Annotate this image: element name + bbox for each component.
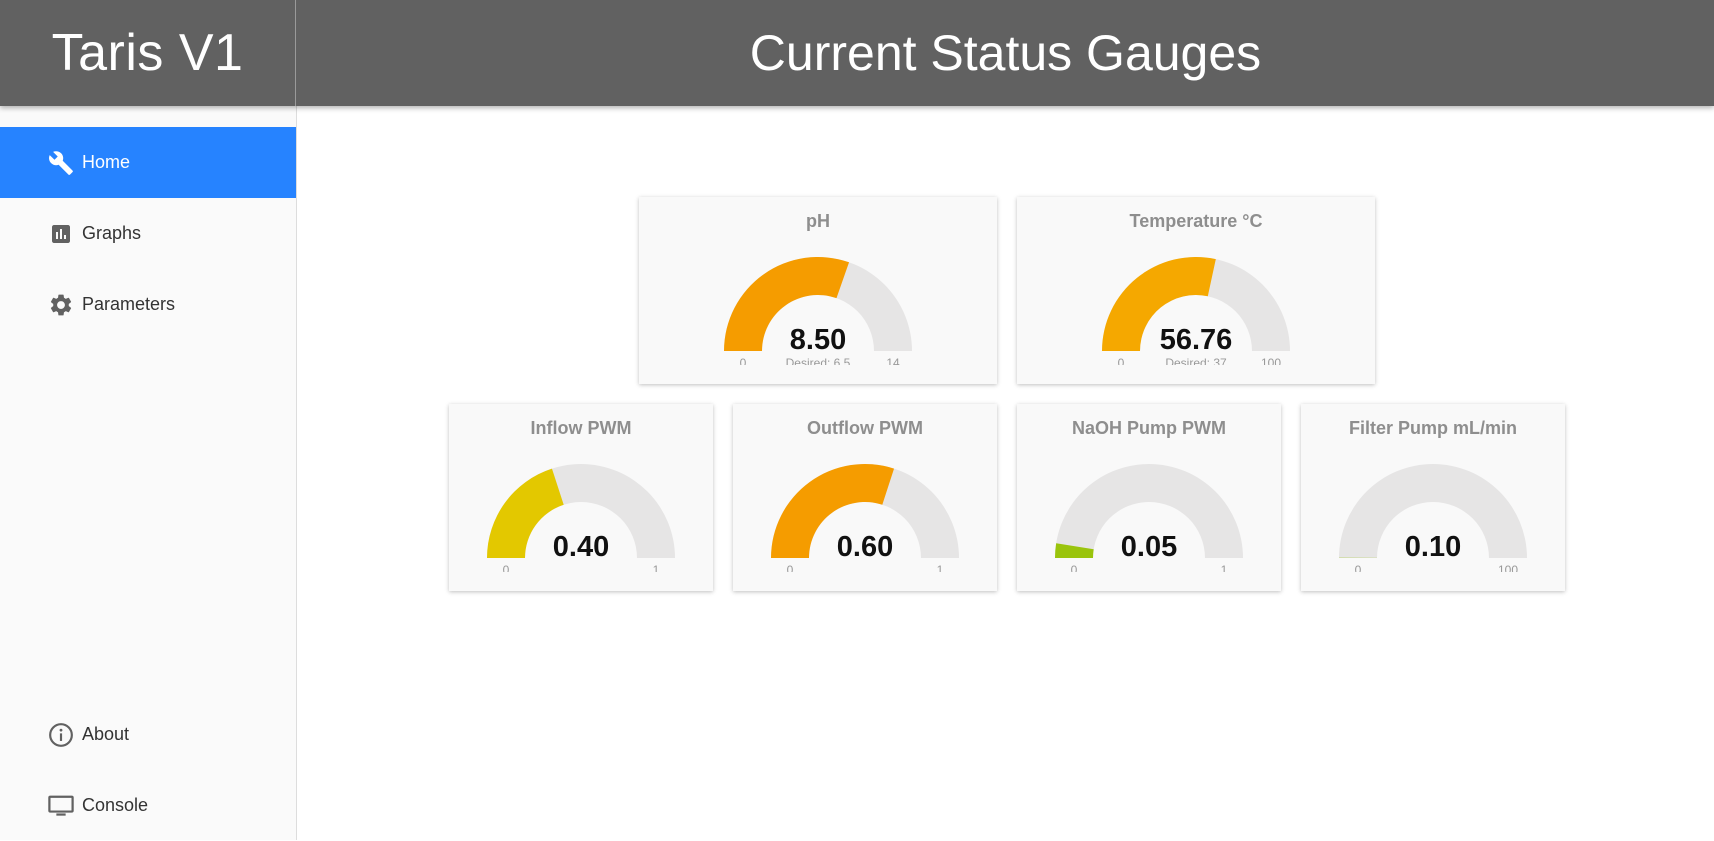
gauge-card-naoh-pump-pwm: NaOH Pump PWM 0.05 0 1 (1017, 404, 1281, 591)
gauge-max-label: 1 (1221, 563, 1228, 572)
bar-chart-icon (48, 221, 74, 247)
gauge-max-label: 1 (937, 563, 944, 572)
gauge-value: 0.05 (1121, 531, 1177, 563)
gauge-card-inflow-pwm: Inflow PWM 0.40 0 1 (449, 404, 713, 591)
page-title: Current Status Gauges (297, 0, 1714, 106)
gauge-max-label: 14 (886, 356, 900, 365)
gauge-min-label: 0 (1355, 563, 1362, 572)
gauge-ph: 8.50 0 14 Desired: 6.5 (718, 253, 918, 365)
gauge-temperature: 56.76 0 100 Desired: 37 (1096, 253, 1296, 365)
sidebar-item-about[interactable]: About (0, 699, 296, 770)
sidebar-item-label: Console (82, 795, 148, 816)
gauge-min-label: 0 (787, 563, 794, 572)
sidebar-item-label: About (82, 724, 129, 745)
gauge-card-outflow-pwm: Outflow PWM 0.60 0 1 (733, 404, 997, 591)
top-header: Taris V1 Current Status Gauges (0, 0, 1714, 106)
app-brand: Taris V1 (0, 0, 296, 106)
gauge-filter-pump: 0.10 0 100 (1333, 460, 1533, 572)
sidebar-item-graphs[interactable]: Graphs (0, 198, 296, 269)
gauge-inflow-pwm: 0.40 0 1 (481, 460, 681, 572)
gauge-title: pH (639, 211, 997, 232)
gauge-title: NaOH Pump PWM (1017, 418, 1281, 439)
gauge-min-label: 0 (503, 563, 510, 572)
sidebar-item-home[interactable]: Home (0, 127, 296, 198)
gauge-title: Outflow PWM (733, 418, 997, 439)
gauge-max-label: 100 (1498, 563, 1518, 572)
sidebar-item-label: Home (82, 152, 130, 173)
gauge-outflow-pwm: 0.60 0 1 (765, 460, 965, 572)
gauge-min-label: 0 (740, 356, 747, 365)
gauge-value: 0.60 (837, 531, 893, 563)
sidebar-item-label: Parameters (82, 294, 175, 315)
wrench-icon (48, 150, 74, 176)
gauge-value: 0.40 (553, 531, 609, 563)
gauge-max-label: 100 (1261, 356, 1281, 365)
gauge-card-filter-pump: Filter Pump mL/min 0.10 0 100 (1301, 404, 1565, 591)
gauge-card-temperature: Temperature °C 56.76 0 100 Desired: 37 (1017, 197, 1375, 384)
gauge-naoh-pump-pwm: 0.05 0 1 (1049, 460, 1249, 572)
gauge-card-ph: pH 8.50 0 14 Desired: 6.5 (639, 197, 997, 384)
gauge-title: Inflow PWM (449, 418, 713, 439)
sidebar-item-parameters[interactable]: Parameters (0, 269, 296, 340)
gauge-max-label: 1 (653, 563, 660, 572)
monitor-icon (48, 793, 74, 819)
gear-icon (48, 292, 74, 318)
sidebar-item-console[interactable]: Console (0, 770, 296, 841)
gauge-title: Temperature °C (1017, 211, 1375, 232)
gauge-desired-label: Desired: 6.5 (786, 356, 851, 365)
sidebar: Home Graphs Parameters About (0, 106, 297, 840)
gauge-min-label: 0 (1071, 563, 1078, 572)
gauge-value: 8.50 (790, 324, 846, 356)
info-icon (48, 722, 74, 748)
gauge-desired-label: Desired: 37 (1165, 356, 1227, 365)
gauge-value: 56.76 (1160, 324, 1233, 356)
sidebar-item-label: Graphs (82, 223, 141, 244)
gauge-title: Filter Pump mL/min (1301, 418, 1565, 439)
gauge-value: 0.10 (1405, 531, 1461, 563)
gauge-min-label: 0 (1118, 356, 1125, 365)
